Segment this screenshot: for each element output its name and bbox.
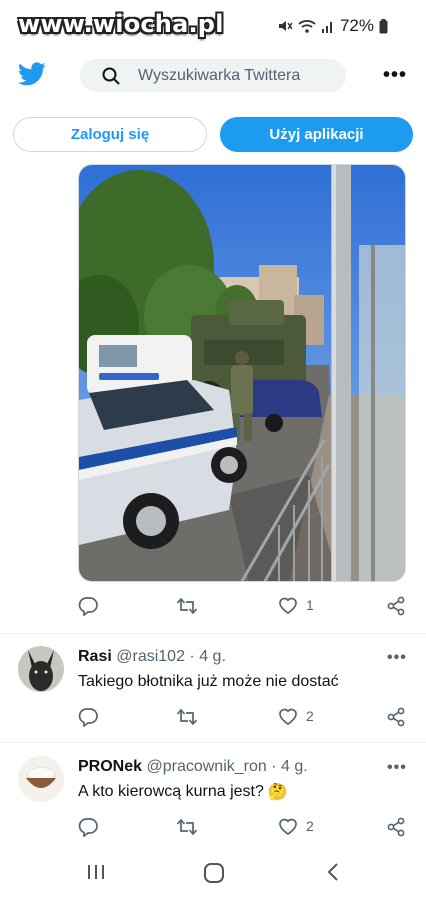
like-button[interactable]: 1: [278, 596, 314, 614]
retweet-button[interactable]: [176, 817, 198, 837]
like-count: 1: [306, 597, 314, 613]
reply-body: Takiego błotnika już może nie dostać: [78, 673, 339, 690]
back-icon[interactable]: [325, 862, 341, 882]
tweet-actions: 1: [78, 596, 408, 620]
android-nav-bar: [0, 850, 426, 900]
like-button[interactable]: 2: [278, 817, 314, 835]
reply-icon: [78, 818, 98, 837]
search-input[interactable]: Wyszukiwarka Twittera: [80, 59, 346, 92]
reply-button[interactable]: [78, 707, 98, 727]
use-app-button[interactable]: Użyj aplikacji: [220, 117, 413, 152]
reply-button[interactable]: [78, 596, 98, 616]
like-count: 2: [306, 818, 314, 834]
reply-header: PRONek @pracownik_ron · 4 g.: [78, 758, 308, 776]
more-icon[interactable]: •••: [387, 759, 407, 777]
share-button[interactable]: [386, 596, 406, 616]
heart-icon: [279, 818, 297, 835]
share-icon: [387, 596, 405, 616]
reply-body: A kto kierowcą kurna jest?: [78, 783, 264, 800]
share-icon: [387, 707, 405, 727]
signal-icon: [321, 22, 332, 33]
avatar[interactable]: [18, 646, 64, 692]
tweet-photo[interactable]: [78, 164, 406, 582]
home-icon[interactable]: [203, 862, 225, 884]
search-placeholder: Wyszukiwarka Twittera: [138, 66, 301, 84]
search-icon: [102, 67, 120, 85]
reply-button[interactable]: [78, 817, 98, 837]
heart-icon: [279, 708, 297, 725]
share-button[interactable]: [386, 707, 406, 727]
user-name[interactable]: Rasi: [78, 648, 112, 665]
rice-bowl-avatar: [18, 756, 64, 802]
heart-icon: [279, 597, 297, 614]
reply-actions: 2: [78, 707, 408, 731]
share-button[interactable]: [386, 817, 406, 837]
avatar[interactable]: [18, 756, 64, 802]
battery-percentage: 72%: [339, 16, 374, 35]
watermark: www.wiocha.pl: [18, 10, 224, 38]
reply-header: Rasi @rasi102 · 4 g.: [78, 648, 226, 666]
more-icon[interactable]: •••: [383, 64, 407, 87]
reply-time: · 4 g.: [271, 758, 308, 775]
user-handle[interactable]: @pracownik_ron: [146, 758, 266, 775]
recents-icon[interactable]: [86, 862, 106, 882]
status-icons: 72%: [277, 16, 388, 36]
login-button[interactable]: Zaloguj się: [13, 117, 207, 152]
reply-icon: [78, 597, 98, 616]
photo-scene: [79, 165, 405, 581]
mute-icon: [278, 21, 293, 31]
reply-actions: 2: [78, 817, 408, 841]
retweet-button[interactable]: [176, 707, 198, 727]
thinking-emoji: 🤔: [267, 784, 288, 801]
retweet-icon: [176, 818, 198, 836]
like-button[interactable]: 2: [278, 707, 314, 725]
reply-text: Takiego błotnika już może nie dostać: [78, 673, 339, 691]
share-icon: [387, 817, 405, 837]
user-name[interactable]: PRONek: [78, 758, 142, 775]
retweet-icon: [176, 708, 198, 726]
more-icon[interactable]: •••: [387, 649, 407, 667]
retweet-icon: [176, 597, 198, 615]
status-bar: www.wiocha.pl 72%: [0, 0, 426, 52]
like-count: 2: [306, 708, 314, 724]
divider: [0, 633, 426, 634]
dog-avatar: [18, 646, 64, 692]
battery-icon: [379, 18, 388, 33]
wifi-icon: [298, 20, 316, 33]
reply-text: A kto kierowcą kurna jest? 🤔: [78, 782, 288, 802]
reply-time: · 4 g.: [189, 648, 226, 665]
reply-icon: [78, 708, 98, 727]
top-bar: Wyszukiwarka Twittera •••: [0, 56, 426, 96]
user-handle[interactable]: @rasi102: [116, 648, 185, 665]
twitter-bird-icon[interactable]: [18, 62, 46, 86]
divider: [0, 742, 426, 743]
retweet-button[interactable]: [176, 596, 198, 616]
